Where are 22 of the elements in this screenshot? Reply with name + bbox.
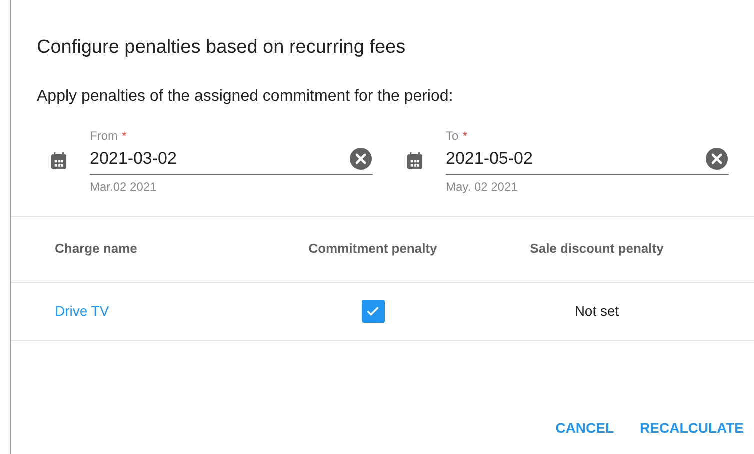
- charge-link[interactable]: Drive TV: [55, 302, 110, 318]
- clear-icon[interactable]: [705, 147, 729, 171]
- date-field[interactable]: 2021-03-02: [90, 144, 373, 174]
- date-field[interactable]: 2021-05-02: [446, 144, 729, 174]
- dialog-description: Apply penalties of the assigned commitment for the period:: [37, 86, 454, 106]
- field-label: From: [90, 128, 118, 144]
- required-mark: *: [122, 128, 127, 144]
- calendar-icon[interactable]: [405, 151, 425, 171]
- clear-icon[interactable]: [349, 147, 373, 171]
- field-hint: May. 02 2021: [446, 178, 518, 196]
- dialog-title: Configure penalties based on recurring fees: [37, 36, 406, 60]
- column-header: Charge name: [55, 241, 138, 256]
- calendar-icon[interactable]: [49, 151, 69, 171]
- column-header: Sale discount penalty: [530, 240, 664, 258]
- penalty-checkbox[interactable]: [362, 300, 384, 322]
- field-label: To: [446, 128, 459, 144]
- column-header: Commitment penalty: [308, 240, 438, 258]
- field-hint: Mar.02 2021: [90, 178, 157, 196]
- recalculate-button[interactable]: RECALCULATE: [632, 414, 752, 442]
- required-mark: *: [462, 128, 468, 144]
- cancel-button[interactable]: CANCEL: [548, 414, 622, 442]
- table-cell-text: Not set: [574, 302, 620, 320]
